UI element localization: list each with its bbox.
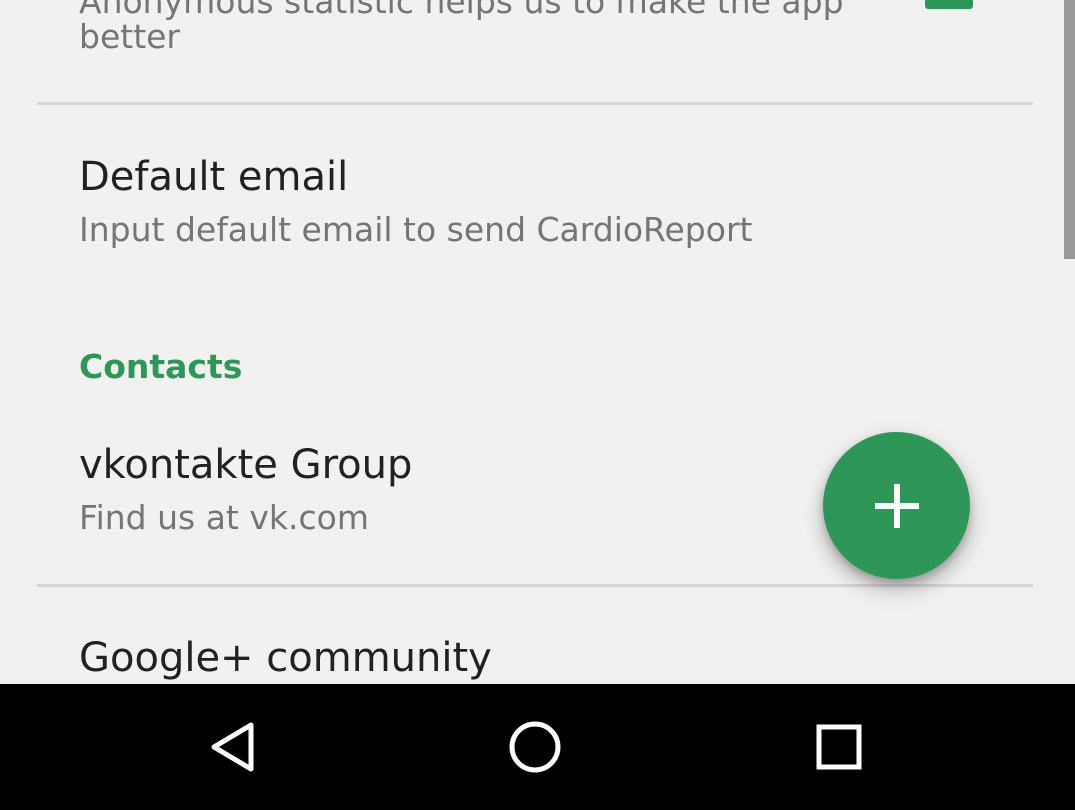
recents-square-icon: [816, 724, 862, 770]
home-button[interactable]: [502, 714, 568, 780]
default-email-title: Default email: [79, 154, 349, 200]
plus-icon: [874, 483, 919, 528]
home-circle-icon: [509, 721, 561, 773]
navigation-bar: [0, 684, 1075, 810]
google-plus-title: Google+ community: [79, 635, 492, 681]
add-fab-button[interactable]: [823, 432, 970, 579]
divider: [37, 584, 1033, 587]
default-email-summary: Input default email to send CardioReport: [79, 210, 753, 249]
vkontakte-summary: Find us at vk.com: [79, 498, 369, 537]
settings-list: Anonymous statistic helps us to make the…: [0, 0, 1075, 684]
recents-button[interactable]: [806, 714, 872, 780]
vkontakte-title: vkontakte Group: [79, 442, 413, 488]
divider: [37, 102, 1033, 105]
back-triangle-icon: [211, 722, 254, 772]
statistics-summary-line2: better: [79, 17, 180, 56]
settings-screen: Anonymous statistic helps us to make the…: [0, 0, 1075, 810]
statistics-summary-line1: Anonymous statistic helps us to make the…: [79, 0, 844, 21]
back-button[interactable]: [200, 714, 266, 780]
statistics-checkbox[interactable]: [925, 0, 973, 9]
scrollbar[interactable]: [1064, 0, 1075, 259]
contacts-category-header: Contacts: [79, 347, 243, 386]
